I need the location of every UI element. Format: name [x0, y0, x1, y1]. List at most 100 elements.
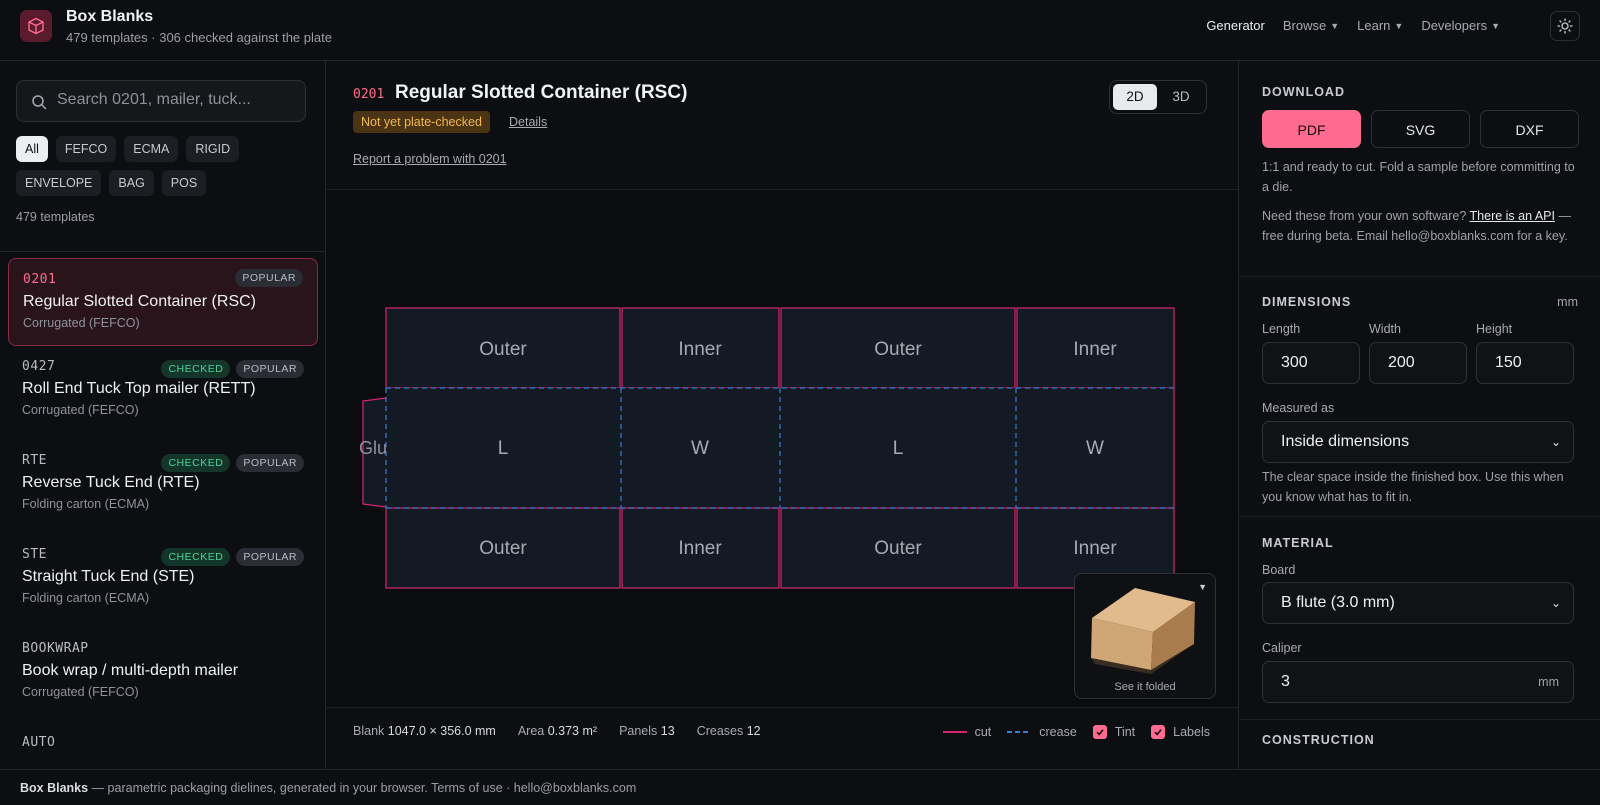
bottom-flap-label: Inner	[1073, 538, 1117, 559]
height-input[interactable]: 150	[1476, 342, 1574, 384]
legend-crease: crease	[1007, 725, 1077, 739]
app-subtitle: 479 templates · 306 checked against the …	[66, 30, 332, 45]
box-logo-icon[interactable]	[20, 10, 52, 42]
app-title[interactable]: Box Blanks	[66, 8, 153, 26]
legend-crease-label: crease	[1039, 724, 1077, 739]
filter-pos[interactable]: POS	[161, 170, 207, 196]
stat-panels: Panels 13	[619, 724, 675, 738]
page-footer: Box Blanks — parametric packaging dielin…	[0, 769, 1600, 805]
length-label: Length	[1262, 322, 1301, 336]
cut-line-swatch	[942, 730, 967, 733]
stat-area: Area 0.373 m²	[518, 724, 597, 738]
tint-toggle[interactable]: Tint	[1092, 724, 1135, 739]
filter-fefco[interactable]: FEFCO	[55, 136, 117, 162]
top-bar: Box Blanks 479 templates · 306 checked a…	[0, 0, 1600, 61]
crease-line-swatch	[1007, 730, 1032, 733]
report-problem-link[interactable]: Report a problem with 0201	[353, 152, 507, 166]
item-code: AUTO	[22, 735, 56, 750]
construction-heading: CONSTRUCTION	[1262, 733, 1375, 747]
nav-browse[interactable]: Browse ▼	[1283, 18, 1339, 33]
item-name: Book wrap / multi-depth mailer	[22, 662, 239, 679]
theme-toggle-button[interactable]	[1550, 11, 1580, 41]
nav-browse-label: Browse	[1282, 18, 1327, 33]
labels-toggle[interactable]: Labels	[1151, 724, 1210, 739]
template-sidebar: All FEFCO ECMA RIGID ENVELOPE BAG POS 47…	[0, 61, 326, 769]
top-flap-label: Inner	[1073, 339, 1117, 360]
item-category: Corrugated (FEFCO)	[22, 403, 139, 417]
popular-badge: POPULAR	[236, 454, 304, 472]
material-heading: MATERIAL	[1262, 536, 1334, 550]
divider	[1239, 516, 1600, 517]
download-dxf-button[interactable]: DXF	[1480, 110, 1579, 148]
filter-ecma[interactable]: ECMA	[124, 136, 179, 162]
board-select[interactable]: B flute (3.0 mm) ⌄	[1262, 582, 1574, 624]
stat-panels-value: 13	[660, 724, 675, 738]
measured-select[interactable]: Inside dimensions ⌄	[1262, 421, 1574, 463]
labels-checkbox[interactable]	[1151, 724, 1166, 739]
bottom-flap-label: Inner	[678, 538, 722, 559]
filter-bag[interactable]: BAG	[109, 170, 154, 196]
panel-label: W	[1086, 438, 1104, 459]
popular-badge: POPULAR	[236, 360, 304, 378]
list-item[interactable]: 0201 Regular Slotted Container (RSC) Cor…	[8, 258, 318, 346]
caliper-unit: mm	[1538, 675, 1559, 689]
download-svg-button[interactable]: SVG	[1371, 110, 1470, 148]
length-input[interactable]: 300	[1262, 342, 1360, 384]
caliper-label: Caliper	[1262, 641, 1302, 655]
sun-icon	[1557, 18, 1573, 34]
search-input[interactable]	[57, 91, 297, 109]
folded-preview-card[interactable]: ▼ See it folded	[1074, 573, 1216, 699]
legend-cut-label: cut	[974, 724, 992, 739]
nav-learn-label: Learn	[1357, 18, 1391, 33]
width-input[interactable]: 200	[1369, 342, 1467, 384]
list-item[interactable]: BOOKWRAP Book wrap / multi-depth mailer …	[0, 628, 325, 722]
api-link[interactable]: There is an API	[1470, 209, 1555, 223]
list-item[interactable]: STE Straight Tuck End (STE) Folding cart…	[0, 534, 325, 628]
top-flap-label: Outer	[874, 339, 922, 360]
popular-badge: POPULAR	[235, 269, 303, 287]
list-item[interactable]: 0427 Roll End Tuck Top mailer (RETT) Cor…	[0, 346, 325, 440]
filter-envelope[interactable]: ENVELOPE	[16, 170, 102, 196]
download-heading: DOWNLOAD	[1262, 85, 1345, 99]
details-link[interactable]: Details	[509, 115, 547, 129]
item-category: Corrugated (FEFCO)	[22, 685, 139, 699]
nav-developers[interactable]: Developers ▼	[1421, 18, 1500, 33]
legend-cut: cut	[942, 724, 992, 739]
template-list: 0201 Regular Slotted Container (RSC) Cor…	[0, 251, 325, 769]
nav-learn[interactable]: Learn ▼	[1357, 18, 1403, 33]
caliper-value: 3	[1281, 673, 1290, 690]
item-name: Regular Slotted Container (RSC)	[23, 293, 256, 310]
checked-badge: CHECKED	[161, 454, 231, 472]
dimensions-unit: mm	[1557, 295, 1578, 309]
item-category: Corrugated (FEFCO)	[23, 316, 140, 330]
stat-creases-label: Creases	[696, 724, 744, 738]
view-2d-button[interactable]: 2D	[1113, 84, 1157, 110]
tint-checkbox[interactable]	[1092, 724, 1107, 739]
chevron-down-icon: ▼	[1394, 20, 1404, 31]
checked-badge: CHECKED	[161, 360, 231, 378]
filter-all[interactable]: All	[16, 136, 48, 162]
list-item[interactable]: AUTO	[0, 722, 325, 769]
item-code: BOOKWRAP	[22, 641, 89, 656]
item-name: Reverse Tuck End (RTE)	[22, 474, 200, 491]
download-pdf-button[interactable]: PDF	[1262, 110, 1361, 148]
template-count: 479 templates	[16, 210, 95, 224]
footer-text: — parametric packaging dielines, generat…	[91, 781, 637, 795]
legend: cut crease Tint Labels	[942, 708, 1210, 755]
chevron-down-icon: ▼	[1330, 20, 1340, 31]
list-item[interactable]: RTE Reverse Tuck End (RTE) Folding carto…	[0, 440, 325, 534]
dieline-canvas[interactable]: Glue Outer Inner Outer Inner L W L W Out…	[326, 190, 1238, 707]
view-3d-button[interactable]: 3D	[1159, 84, 1203, 110]
stat-creases-value: 12	[746, 724, 761, 738]
caliper-input[interactable]: 3 mm	[1262, 661, 1574, 703]
filter-rigid[interactable]: RIGID	[186, 136, 240, 162]
width-label: Width	[1369, 322, 1401, 336]
view-mode-toggle: 2D 3D	[1109, 80, 1207, 114]
stat-area-value: 0.373 m²	[547, 724, 598, 738]
stat-blank-value: 1047.0 × 356.0 mm	[387, 724, 496, 738]
search-box	[16, 80, 306, 122]
bottom-flap-label: Outer	[874, 538, 922, 559]
stat-creases: Creases 12	[697, 724, 761, 738]
nav-generator[interactable]: Generator	[1206, 18, 1265, 33]
stat-blank-label: Blank	[353, 724, 385, 738]
